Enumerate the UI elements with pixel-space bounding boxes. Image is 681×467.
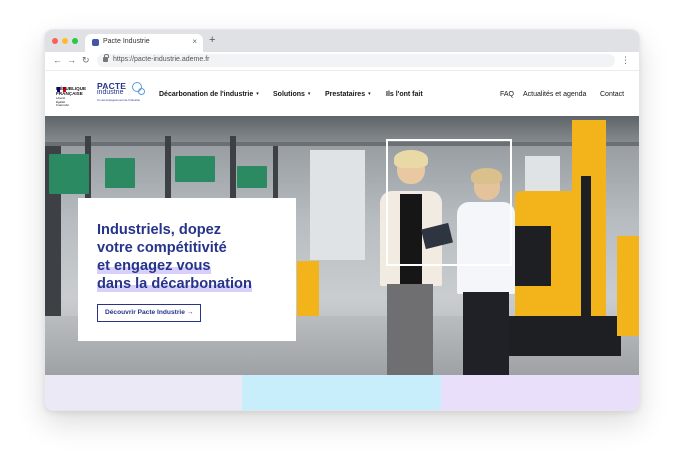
gov-logo-text: RÉPUBLIQUE FRANÇAISE: [56, 86, 87, 96]
minimize-window-button[interactable]: [62, 38, 68, 44]
hero-card: Industriels, dopez votre compétitivité e…: [78, 198, 296, 341]
nav-label: Décarbonation de l'industrie: [159, 91, 254, 98]
tab-strip: Pacte Industrie × +: [45, 30, 639, 52]
nav-item-decarbonation[interactable]: Décarbonation de l'industrie ▾: [159, 91, 259, 98]
hero-heading-line-1: Industriels, dopez: [97, 222, 222, 238]
discover-button-label: Découvrir Pacte Industrie: [105, 309, 185, 316]
brand-sub: industrie: [97, 89, 124, 96]
decorative-frame: [386, 139, 512, 266]
nav-item-prestataires[interactable]: Prestataires ▾: [325, 91, 371, 98]
brand-tagline: Un accompagnement de l'industrie: [97, 98, 140, 102]
hero-heading-line-3: et engagez vous: [97, 257, 211, 275]
chevron-down-icon: ▾: [368, 91, 371, 97]
nav-item-ils-ont-fait[interactable]: Ils l'ont fait: [386, 91, 423, 98]
nav-label: Prestataires: [325, 91, 366, 98]
maximize-window-button[interactable]: [72, 38, 78, 44]
small-gear-icon: [138, 88, 145, 95]
discover-button[interactable]: Découvrir Pacte Industrie →: [97, 304, 202, 322]
new-tab-button[interactable]: +: [209, 34, 215, 46]
gov-motto: Liberté Égalité Fraternité: [56, 96, 69, 108]
flag-icon: [57, 79, 66, 92]
nav-link-faq[interactable]: FAQ: [500, 91, 514, 98]
chevron-down-icon: ▾: [256, 91, 259, 97]
address-bar[interactable]: https://pacte-industrie.ademe.fr: [97, 54, 615, 67]
hero-heading-line-4: dans la décarbonation: [97, 275, 252, 293]
url-text[interactable]: https://pacte-industrie.ademe.fr: [113, 56, 210, 63]
nav-label: Ils l'ont fait: [386, 91, 423, 98]
browser-tab[interactable]: Pacte Industrie ×: [85, 34, 203, 52]
close-window-button[interactable]: [52, 38, 58, 44]
strip-block-cyan: [242, 375, 441, 410]
pacte-industrie-logo[interactable]: PACTE industrie Un accompagnement de l'i…: [97, 81, 151, 107]
favicon-icon: [92, 39, 99, 46]
site-header: RÉPUBLIQUE FRANÇAISE Liberté Égalité Fra…: [45, 71, 639, 115]
highlighted-text: dans la décarbonation: [97, 276, 252, 292]
republique-francaise-logo[interactable]: RÉPUBLIQUE FRANÇAISE Liberté Égalité Fra…: [56, 79, 88, 109]
nav-link-contact[interactable]: Contact: [600, 91, 624, 98]
lock-icon: [103, 54, 109, 62]
highlighted-text: et engagez vous: [97, 258, 211, 274]
nav-label: Solutions: [273, 91, 305, 98]
hero-banner: Industriels, dopez votre compétitivité e…: [45, 116, 639, 375]
chevron-down-icon: ▾: [307, 91, 311, 97]
arrow-right-icon: →: [186, 309, 194, 316]
hero-heading-line-2: votre compétitivité: [97, 240, 227, 256]
browser-toolbar: ← → ↻ https://pacte-industrie.ademe.fr ⋮: [45, 52, 639, 71]
nav-item-solutions[interactable]: Solutions ▾: [273, 91, 310, 98]
strip-block-lavender: [45, 375, 242, 410]
back-arrow-icon[interactable]: ←: [53, 54, 62, 66]
tab-title: Pacte Industrie: [103, 38, 150, 45]
reload-icon[interactable]: ↻: [82, 54, 90, 66]
tab-close-icon[interactable]: ×: [192, 37, 197, 46]
strip-block-violet: [441, 375, 639, 410]
forward-arrow-icon[interactable]: →: [67, 54, 76, 66]
nav-link-actualites[interactable]: Actualités et agenda: [523, 91, 586, 98]
browser-menu-icon[interactable]: ⋮: [621, 54, 630, 66]
section-strip: [45, 375, 639, 410]
browser-window: Pacte Industrie × + ← → ↻ https://pacte-…: [44, 29, 640, 411]
